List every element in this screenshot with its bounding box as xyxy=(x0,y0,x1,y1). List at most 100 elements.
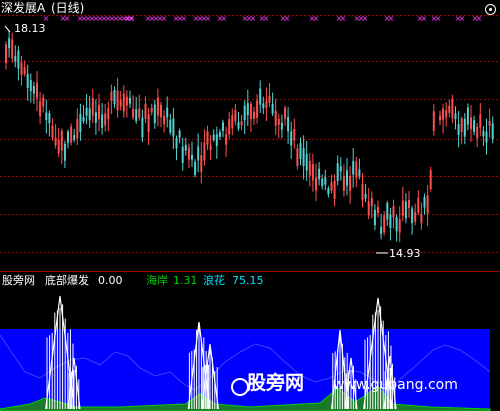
candle-body xyxy=(284,107,286,119)
candle-body xyxy=(243,105,246,121)
signal-mark: × xyxy=(476,14,483,23)
signal-mark: × xyxy=(250,14,257,23)
candle-body xyxy=(203,142,206,161)
candle-body xyxy=(110,91,113,101)
high-price-label: 18.13 xyxy=(14,22,46,35)
candle-body xyxy=(398,219,401,233)
candle-body xyxy=(63,143,66,161)
candle-body xyxy=(107,108,110,120)
candle-body xyxy=(147,113,150,133)
high-pointer-line xyxy=(4,25,11,33)
candle-body xyxy=(116,90,119,111)
candle-body xyxy=(135,109,138,122)
candle-body xyxy=(324,177,327,185)
candle-body xyxy=(166,107,169,118)
candle-body xyxy=(280,122,283,130)
candle-body xyxy=(361,184,364,201)
candle-body xyxy=(308,160,311,176)
candle-body xyxy=(476,126,479,139)
candle-body xyxy=(426,195,429,214)
indicator-name-langhua: 浪花 xyxy=(203,274,225,287)
candle-body xyxy=(383,215,386,233)
candle-body xyxy=(156,97,159,116)
signal-mark: × xyxy=(205,14,212,23)
candle-body xyxy=(14,55,17,62)
candle-body xyxy=(32,86,35,94)
candle-body xyxy=(194,161,197,175)
candle-body xyxy=(175,137,178,149)
candlestick-chart[interactable]: × ×× ×××××××××××××××× ××××× ××× ×××× ×× ××× ×× ××… xyxy=(0,0,500,411)
candle-body xyxy=(429,170,432,190)
period-label[interactable]: (日线) xyxy=(51,2,84,15)
candle-body xyxy=(222,122,224,131)
candle-body xyxy=(240,121,243,126)
candle-body xyxy=(392,206,395,218)
candle-body xyxy=(358,169,361,177)
candle-body xyxy=(349,176,352,191)
candle-body xyxy=(386,203,389,220)
candle-body xyxy=(85,107,88,116)
candle-body xyxy=(256,100,259,118)
signal-mark: × xyxy=(362,14,369,23)
candle-body xyxy=(94,112,97,123)
candle-body xyxy=(352,161,355,175)
low-price-label: 14.93 xyxy=(389,247,421,260)
candle-body xyxy=(187,147,190,160)
candle-body xyxy=(57,139,60,154)
candle-body xyxy=(225,134,228,145)
candle-body xyxy=(346,170,348,186)
candle-body xyxy=(26,73,29,88)
candle-body xyxy=(479,114,482,128)
candle-body xyxy=(153,104,156,124)
candle-body xyxy=(259,88,262,105)
candle-body xyxy=(457,124,460,135)
candle-body xyxy=(311,164,314,181)
candle-body xyxy=(125,96,128,106)
candle-body xyxy=(76,118,79,139)
candle-body xyxy=(342,176,345,191)
candle-body xyxy=(401,200,404,216)
candle-body xyxy=(321,178,324,186)
candle-body xyxy=(172,118,175,137)
candle-body xyxy=(488,120,491,126)
candle-body xyxy=(132,108,135,118)
signal-mark: × xyxy=(340,14,347,23)
candle-body xyxy=(36,82,38,99)
candle-body xyxy=(404,201,407,219)
candle-body xyxy=(439,115,441,121)
signal-mark: × xyxy=(161,14,168,23)
candle-body xyxy=(101,114,104,128)
candle-body xyxy=(191,154,193,160)
candle-body xyxy=(17,50,20,69)
candle-body xyxy=(271,104,274,114)
candle-body xyxy=(420,213,423,224)
candle-body xyxy=(448,105,451,113)
candle-body xyxy=(169,119,172,133)
stock-title: 深发展A xyxy=(1,1,46,15)
candle-body xyxy=(42,97,45,107)
candle-body xyxy=(411,208,414,224)
candle-body xyxy=(339,166,342,172)
candle-body xyxy=(463,118,466,137)
signal-mark: × xyxy=(459,14,466,23)
close-icon[interactable] xyxy=(485,4,496,15)
candle-body xyxy=(23,67,26,75)
candle-body xyxy=(442,108,445,120)
candle-body xyxy=(423,197,426,208)
candle-body xyxy=(73,135,76,140)
indicator-value-langhua: 75.15 xyxy=(232,274,264,287)
candle-body xyxy=(287,116,290,132)
candle-body xyxy=(39,101,42,117)
candle-body xyxy=(460,118,463,133)
candle-body xyxy=(98,104,100,120)
candle-body xyxy=(45,112,48,121)
price-grid xyxy=(0,15,500,253)
candle-body xyxy=(318,168,321,180)
candle-body xyxy=(302,148,305,167)
candle-body xyxy=(377,206,379,213)
candle-body xyxy=(333,180,336,200)
indicator-source-label: 股旁网 xyxy=(2,274,35,287)
candle-body xyxy=(466,107,469,125)
candle-body xyxy=(119,100,122,107)
candle-body xyxy=(5,44,7,63)
